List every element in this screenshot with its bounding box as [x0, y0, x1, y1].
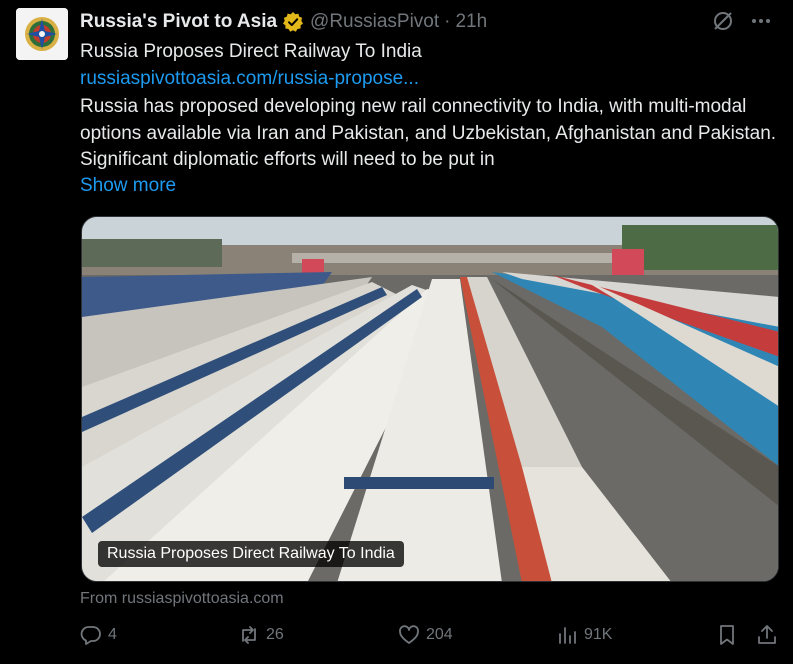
card-source[interactable]: From russiaspivottoasia.com — [80, 590, 284, 608]
repost-button[interactable]: 26 — [238, 624, 284, 646]
bookmark-icon — [720, 625, 734, 645]
verified-badge-icon[interactable] — [282, 11, 304, 33]
logo-icon — [16, 8, 68, 60]
post-title: Russia Proposes Direct Railway To India — [80, 41, 422, 62]
article-link[interactable]: russiaspivottoasia.com/russia-propose... — [80, 67, 419, 91]
post-timestamp[interactable]: 21h — [455, 11, 487, 33]
railway-yard-image — [82, 217, 778, 581]
reply-button[interactable]: 4 — [80, 624, 117, 646]
views-button[interactable]: 91K — [556, 624, 612, 646]
repost-icon — [242, 626, 256, 644]
post-body: Russia has proposed developing new rail … — [80, 96, 777, 170]
post-header: Russia's Pivot to Asia @RussiasPivot · 2… — [80, 9, 773, 35]
avatar[interactable] — [16, 8, 68, 60]
heart-icon — [399, 625, 419, 644]
link-card-image[interactable]: Russia Proposes Direct Railway To India — [81, 216, 779, 582]
bookmark-button[interactable] — [716, 624, 744, 646]
show-more-link[interactable]: Show more — [80, 174, 176, 198]
separator-dot: · — [444, 11, 451, 32]
reply-icon — [80, 626, 101, 645]
view-count: 91K — [584, 626, 613, 643]
like-button[interactable]: 204 — [398, 624, 453, 646]
reply-count: 4 — [108, 626, 117, 643]
like-count: 204 — [426, 626, 453, 643]
action-bar: 4 26 204 91K — [80, 624, 780, 654]
share-button[interactable] — [756, 624, 784, 646]
share-icon — [758, 625, 776, 644]
grok-icon[interactable] — [711, 9, 735, 33]
more-options-icon[interactable] — [749, 9, 773, 33]
card-caption: Russia Proposes Direct Railway To India — [98, 541, 404, 567]
author-name[interactable]: Russia's Pivot to Asia — [80, 11, 277, 33]
repost-count: 26 — [266, 626, 284, 643]
author-handle[interactable]: @RussiasPivot — [310, 11, 439, 33]
views-chart-icon — [559, 627, 576, 644]
